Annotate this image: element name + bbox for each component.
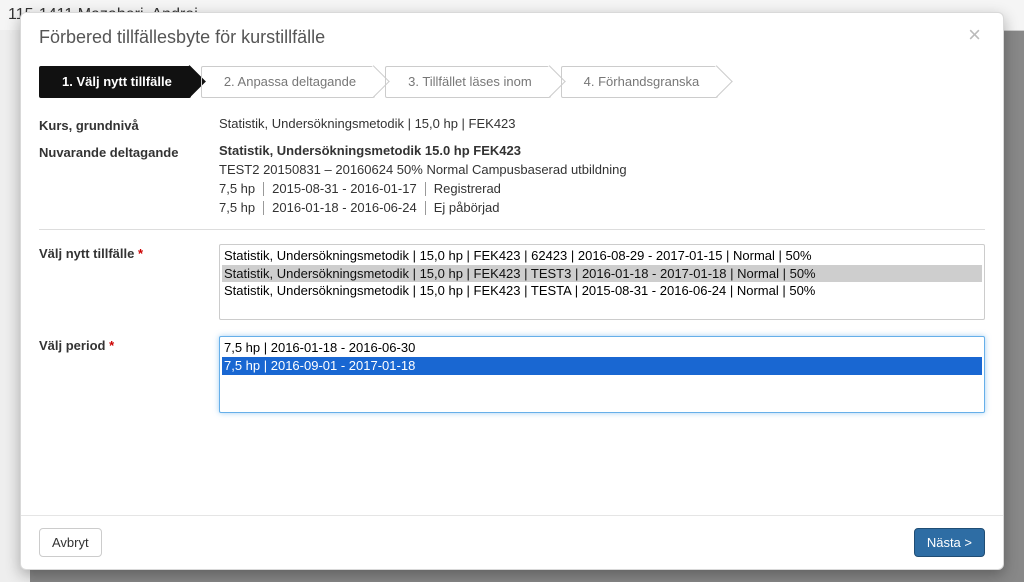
current-sub: TEST2 20150831 – 20160624 50% Normal Cam… (219, 162, 985, 177)
current-line-1: 7,5 hp2016-01-18 - 2016-06-24Ej påbörjad (219, 200, 985, 215)
modal-title: Förbered tillfällesbyte för kurstillfäll… (39, 27, 985, 48)
row-period: Välj period * 7,5 hp | 2016-01-18 - 2016… (39, 336, 985, 412)
wizard-step[interactable]: 3. Tillfället läses inom (385, 66, 551, 98)
wizard-step: 1. Välj nytt tillfälle (39, 66, 191, 98)
next-button[interactable]: Nästa > (914, 528, 985, 557)
label-current: Nuvarande deltagande (39, 143, 219, 215)
value-course: Statistik, Undersökningsmetodik | 15,0 h… (219, 116, 985, 133)
label-period: Välj period * (39, 336, 219, 412)
label-course: Kurs, grundnivå (39, 116, 219, 133)
row-new-tillfalle: Välj nytt tillfälle * Statistik, Undersö… (39, 244, 985, 320)
wizard-step[interactable]: 2. Anpassa deltagande (201, 66, 375, 98)
select-tillfalle[interactable]: Statistik, Undersökningsmetodik | 15,0 h… (219, 244, 985, 320)
modal: × Förbered tillfällesbyte för kurstillfä… (20, 12, 1004, 570)
modal-footer: Avbryt Nästa > (21, 515, 1003, 569)
row-current: Nuvarande deltagande Statistik, Undersök… (39, 143, 985, 215)
row-course: Kurs, grundnivå Statistik, Undersöknings… (39, 116, 985, 133)
cancel-button[interactable]: Avbryt (39, 528, 102, 557)
select-period[interactable]: 7,5 hp | 2016-01-18 - 2016-06-307,5 hp |… (219, 336, 985, 412)
wizard-step[interactable]: 4. Förhandsgranska (561, 66, 719, 98)
modal-header: Förbered tillfällesbyte för kurstillfäll… (21, 13, 1003, 58)
close-icon[interactable]: × (962, 23, 987, 47)
wizard-steps: 1. Välj nytt tillfälle 2. Anpassa deltaga… (39, 66, 985, 98)
current-line-0: 7,5 hp2015-08-31 - 2016-01-17Registrerad (219, 181, 985, 196)
value-current: Statistik, Undersökningsmetodik 15.0 hp … (219, 143, 985, 215)
current-title: Statistik, Undersökningsmetodik 15.0 hp … (219, 143, 985, 158)
modal-body: 1. Välj nytt tillfälle 2. Anpassa deltaga… (21, 58, 1003, 515)
label-new: Välj nytt tillfälle * (39, 244, 219, 320)
divider (39, 229, 985, 230)
